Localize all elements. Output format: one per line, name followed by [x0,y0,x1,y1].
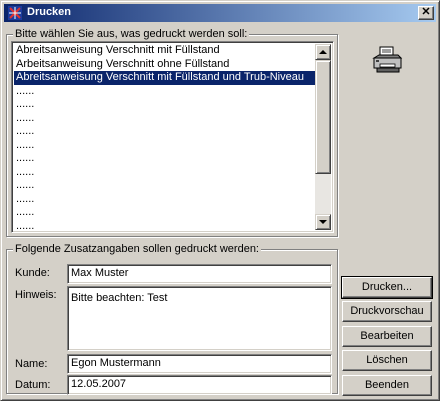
list-items: Abreitsanweisung Verschnitt mit Füllstan… [14,44,316,233]
scroll-thumb[interactable] [315,60,331,174]
list-item[interactable]: Arbeitsanweisung Verschnitt ohne Füllsta… [14,58,316,72]
close-button[interactable]: ✕ [418,6,434,20]
list-item[interactable]: ...... [14,98,316,112]
list-item[interactable]: ...... [14,166,316,180]
selection-group-label: Bitte wählen Sie aus, was gedruckt werde… [13,28,250,40]
list-item[interactable]: ...... [14,220,316,233]
arrow-up-icon [319,50,327,54]
list-item[interactable]: ...... [14,112,316,126]
list-item[interactable]: Abreitsanweisung Verschnitt mit Füllstan… [14,44,316,58]
datum-label: Datum: [15,379,51,391]
name-label: Name: [15,358,48,370]
scroll-up-button[interactable] [315,44,331,60]
list-item[interactable]: ...... [14,193,316,207]
hinweis-label: Hinweis: [15,289,57,301]
vertical-scrollbar[interactable] [315,44,331,230]
exit-button[interactable]: Beenden [342,375,432,396]
printer-icon [372,46,403,73]
print-items-listbox[interactable]: Abreitsanweisung Verschnitt mit Füllstan… [11,41,334,233]
list-item[interactable]: Abreitsanweisung Verschnitt mit Füllstan… [14,71,316,85]
window-title: Drucken [27,6,72,18]
list-item[interactable]: ...... [14,139,316,153]
kunde-label: Kunde: [15,267,50,279]
list-item[interactable]: ...... [14,206,316,220]
extra-info-group-label: Folgende Zusatzangaben sollen gedruckt w… [13,243,261,255]
close-icon: ✕ [421,6,431,18]
list-item[interactable]: ...... [14,179,316,193]
list-item[interactable]: ...... [14,152,316,166]
hinweis-field[interactable]: Bitte beachten: Test [67,286,332,351]
edit-button[interactable]: Bearbeiten [342,326,432,347]
datum-field[interactable]: 12.05.2007 [67,375,332,395]
print-button[interactable]: Drucken... [341,276,433,299]
list-item[interactable]: ...... [14,85,316,99]
app-icon [8,6,22,20]
scroll-down-button[interactable] [315,214,331,230]
print-dialog: Drucken ✕ Bitte wählen Sie aus, was gedr… [0,0,440,401]
title-bar[interactable]: Drucken ✕ [4,4,436,22]
arrow-down-icon [319,220,327,224]
delete-button[interactable]: Löschen [342,350,432,371]
print-preview-button[interactable]: Druckvorschau [342,301,432,322]
list-item[interactable]: ...... [14,125,316,139]
kunde-field[interactable]: Max Muster [67,264,332,284]
name-field[interactable]: Egon Mustermann [67,354,332,374]
